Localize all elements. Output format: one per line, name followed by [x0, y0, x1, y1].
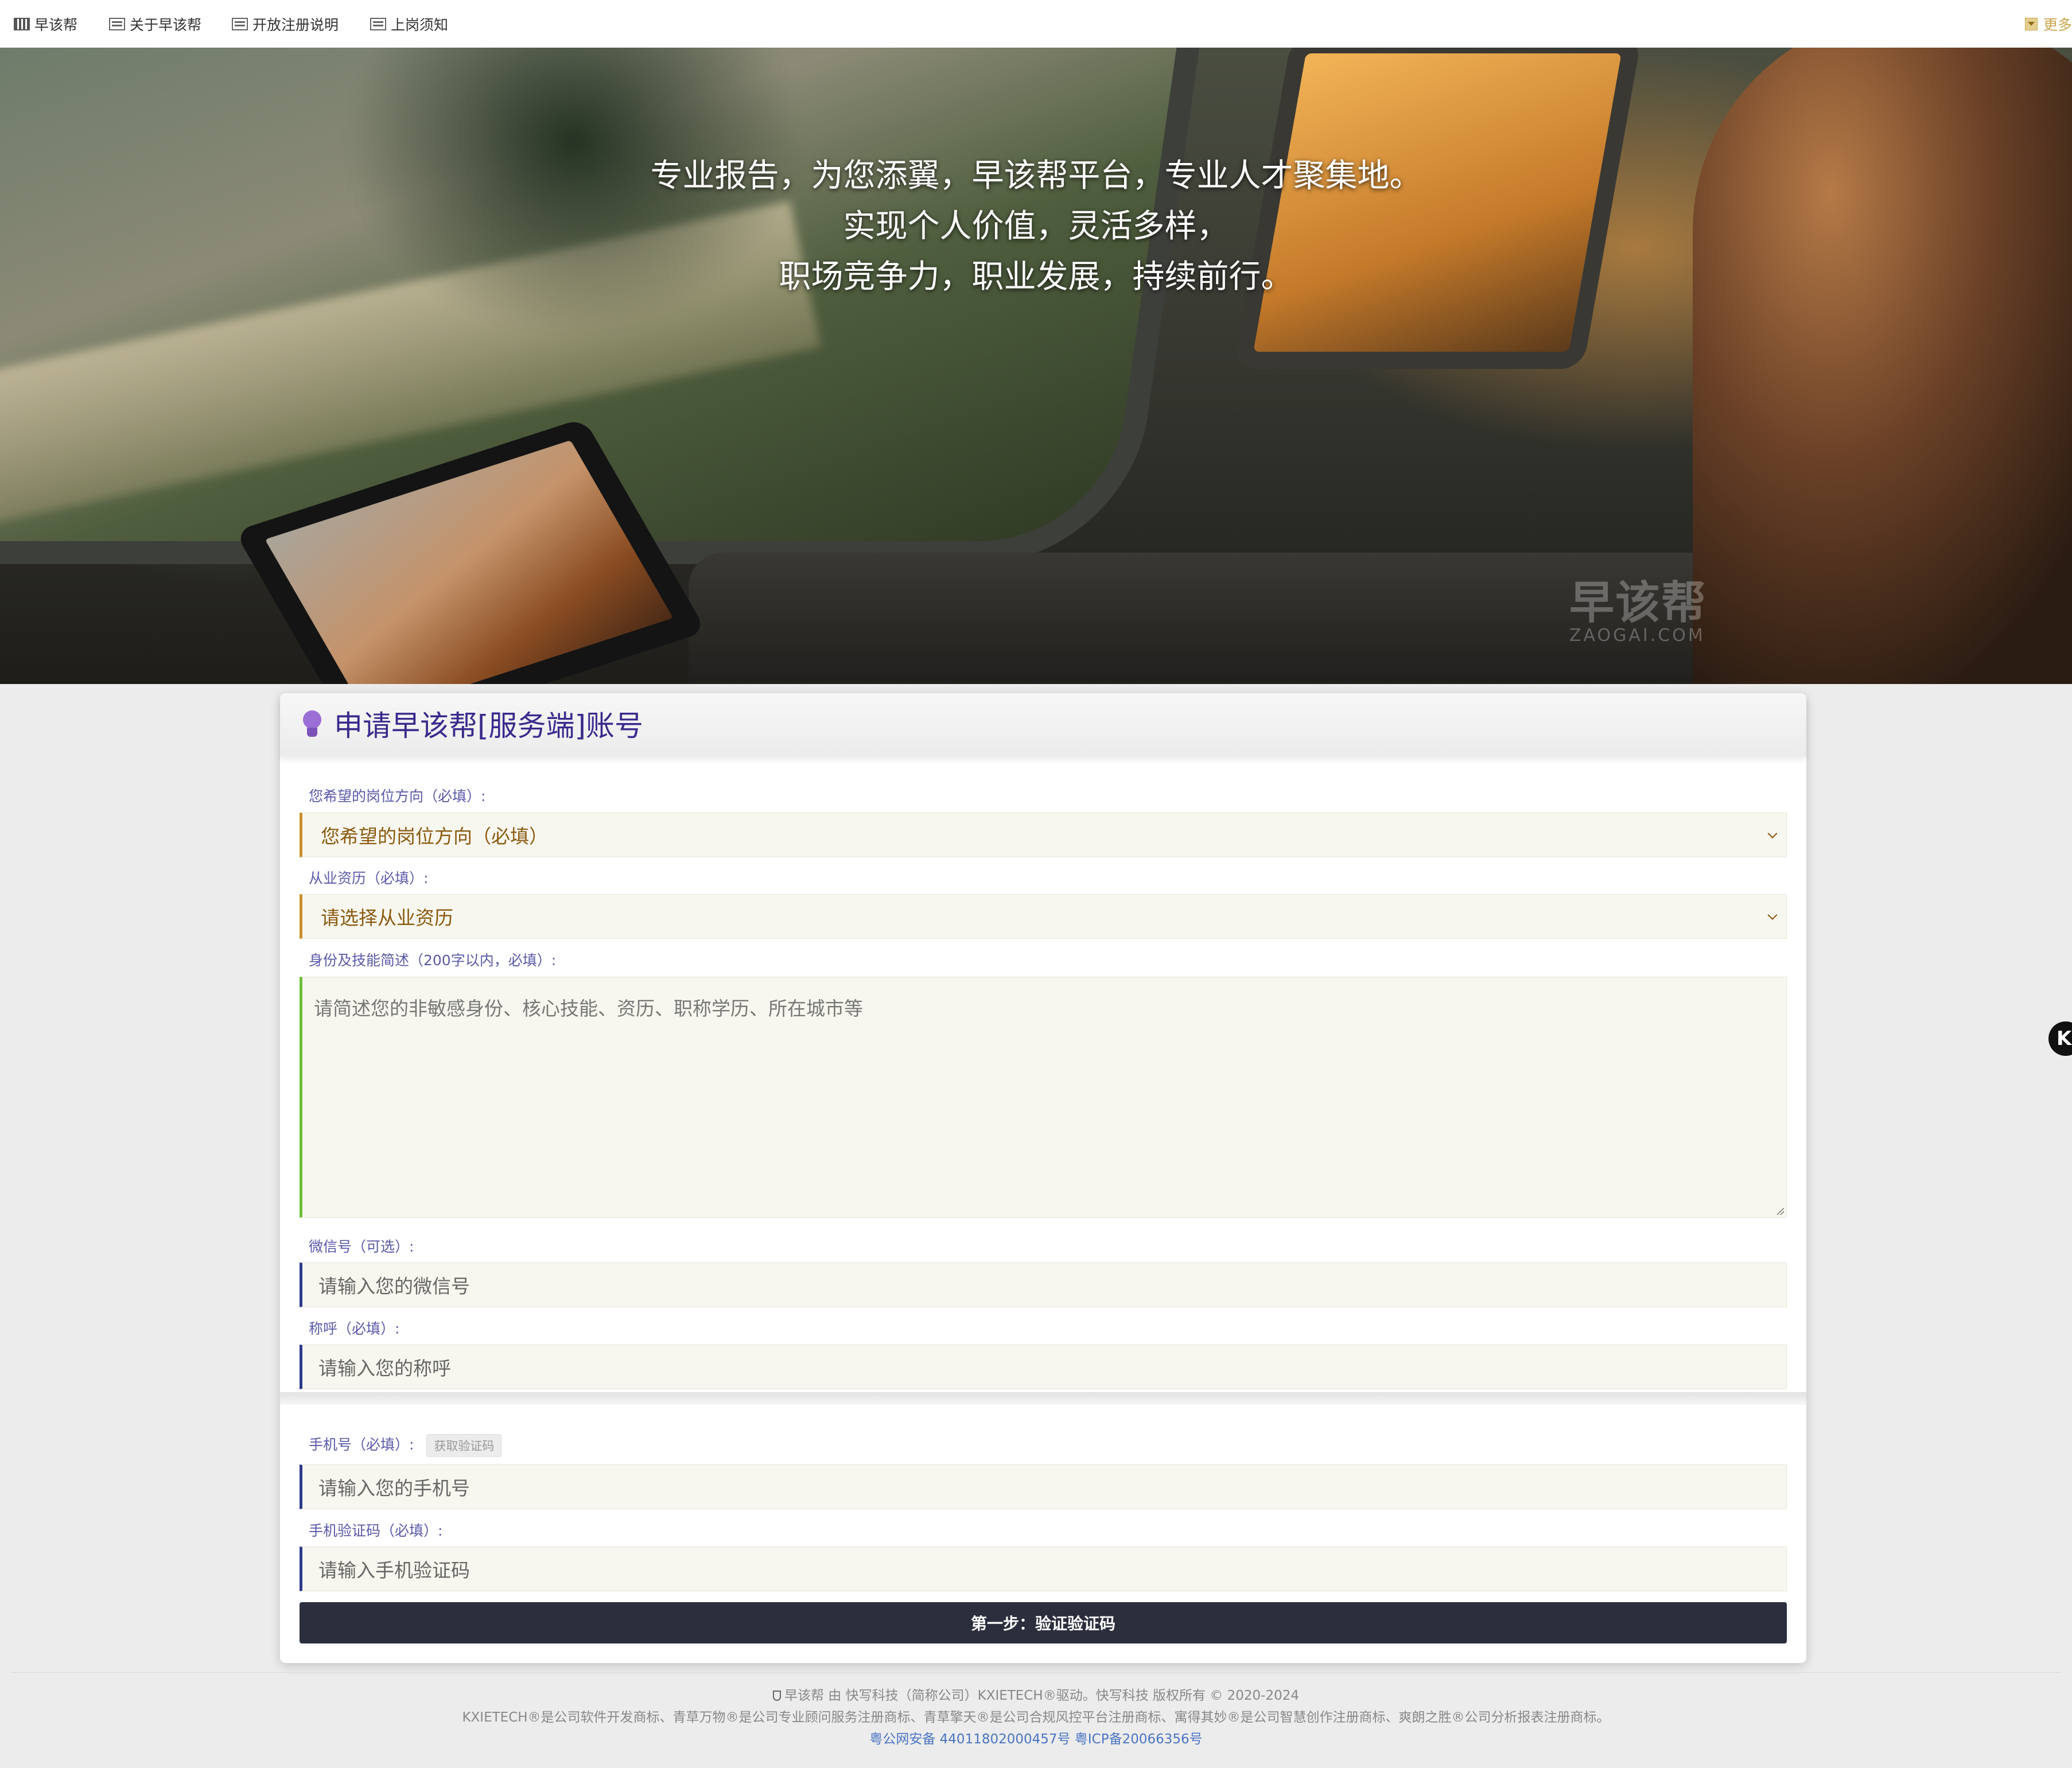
- nav-item-label: 开放注册说明: [252, 17, 339, 33]
- nav-item-registration[interactable]: 开放注册说明: [232, 13, 339, 36]
- code-label: 手机验证码（必填）:: [309, 1522, 443, 1539]
- nav-item-about[interactable]: 关于早该帮: [109, 13, 201, 36]
- code-placeholder: 请输入手机验证码: [318, 1559, 470, 1582]
- verify-code-button[interactable]: 第一步：验证验证码: [300, 1602, 1787, 1643]
- grid-icon: [14, 18, 30, 30]
- nav-item-label: 关于早该帮: [130, 17, 202, 33]
- chevron-down-icon: [1767, 829, 1778, 839]
- icp-record-link[interactable]: 粤ICP备20066356号: [1075, 1732, 1203, 1747]
- get-code-button[interactable]: 获取验证码: [426, 1434, 502, 1457]
- nav-item-label: 早该帮: [34, 17, 78, 33]
- experience-label: 从业资历（必填）:: [309, 870, 429, 887]
- section-divider: [280, 1392, 1806, 1405]
- hero-slogan: 专业报告，为您添翼，早该帮平台，专业人才聚集地。 实现个人价值，灵活多样， 职场…: [0, 151, 2072, 302]
- police-record-link[interactable]: 粤公网安备 44011802000457号: [869, 1732, 1070, 1747]
- hero-line: 实现个人价值，灵活多样，: [843, 208, 1229, 245]
- nickname-label: 称呼（必填）:: [309, 1320, 400, 1337]
- phone-label-row: 手机号（必填）: 获取验证码: [309, 1433, 502, 1457]
- position-select[interactable]: 您希望的岗位方向（必填）: [300, 813, 1787, 857]
- experience-selected: 请选择从业资历: [321, 907, 453, 929]
- footer-copyright: 早该帮 由 快写科技（简称公司）KXIETECH®驱动。快写科技 版权所有 © …: [0, 1685, 2072, 1707]
- more-menu[interactable]: 更多: [2024, 13, 2072, 36]
- watermark-sub: ZAOGAI.COM: [1569, 625, 1705, 646]
- hero-line: 专业报告，为您添翼，早该帮平台，专业人才聚集地。: [650, 157, 1422, 195]
- watermark-logo: 早该帮 ZAOGAI.COM: [1569, 567, 1707, 646]
- hero-banner: 专业报告，为您添翼，早该帮平台，专业人才聚集地。 实现个人价值，灵活多样， 职场…: [0, 48, 2072, 684]
- document-icon: [370, 18, 386, 30]
- experience-select[interactable]: 请选择从业资历: [300, 894, 1787, 939]
- code-input[interactable]: 请输入手机验证码: [300, 1546, 1787, 1591]
- resize-handle-icon[interactable]: [1777, 1208, 1784, 1215]
- floating-assistant-button[interactable]: K: [2048, 1021, 2072, 1056]
- top-nav: 早该帮 关于早该帮 开放注册说明 上岗须知 更多: [0, 0, 2072, 48]
- document-icon: [232, 18, 248, 30]
- hero-line: 职场竞争力，职业发展，持续前行。: [779, 258, 1293, 296]
- bio-placeholder: 请简述您的非敏感身份、核心技能、资历、职称学历、所在城市等: [314, 997, 863, 1020]
- nav-item-home[interactable]: 早该帮: [14, 13, 77, 36]
- more-label: 更多: [2043, 17, 2072, 33]
- wechat-input[interactable]: 请输入您的微信号: [300, 1262, 1787, 1307]
- card-header: 申请早该帮[服务端]账号: [280, 693, 1806, 756]
- watermark-main: 早该帮: [1569, 577, 1708, 629]
- wechat-label: 微信号（可选）:: [309, 1238, 414, 1255]
- application-form-card: 申请早该帮[服务端]账号 您希望的岗位方向（必填）: 您希望的岗位方向（必填） …: [280, 693, 1806, 1663]
- nav-item-label: 上岗须知: [391, 17, 449, 33]
- bio-label: 身份及技能简述（200字以内，必填）:: [309, 952, 557, 969]
- hero-person: [1693, 48, 2072, 684]
- wechat-placeholder: 请输入您的微信号: [318, 1275, 470, 1297]
- phone-placeholder: 请输入您的手机号: [318, 1477, 470, 1499]
- chevron-down-icon: [1767, 910, 1778, 920]
- footer-trademarks: KXIETECH®是公司软件开发商标、青草万物®是公司专业顾问服务注册商标、青草…: [462, 1710, 1610, 1725]
- position-label: 您希望的岗位方向（必填）:: [309, 788, 486, 805]
- footer: 早该帮 由 快写科技（简称公司）KXIETECH®驱动。快写科技 版权所有 © …: [0, 1685, 2072, 1750]
- footer-copyright-text: 早该帮 由 快写科技（简称公司）KXIETECH®驱动。快写科技 版权所有 © …: [784, 1688, 1299, 1703]
- nickname-placeholder: 请输入您的称呼: [318, 1357, 451, 1380]
- bio-textarea[interactable]: 请简述您的非敏感身份、核心技能、资历、职称学历、所在城市等: [300, 977, 1787, 1218]
- form-title: 申请早该帮[服务端]账号: [334, 709, 644, 743]
- phone-input[interactable]: 请输入您的手机号: [300, 1464, 1787, 1509]
- shield-icon: [772, 1691, 781, 1701]
- footer-divider: [11, 1672, 2061, 1673]
- nickname-input[interactable]: 请输入您的称呼: [300, 1345, 1787, 1389]
- document-icon: [109, 18, 125, 30]
- nav-item-onboarding[interactable]: 上岗须知: [370, 13, 448, 36]
- dropdown-icon: [2024, 18, 2038, 30]
- assistant-badge-letter: K: [2057, 1027, 2072, 1050]
- position-selected: 您希望的岗位方向（必填）: [321, 825, 548, 848]
- footer-links: 粤公网安备 44011802000457号 粤ICP备20066356号: [0, 1728, 2072, 1750]
- hero-dashboard: [689, 553, 1721, 684]
- lightbulb-icon: [302, 710, 322, 740]
- phone-label: 手机号（必填）:: [309, 1436, 414, 1453]
